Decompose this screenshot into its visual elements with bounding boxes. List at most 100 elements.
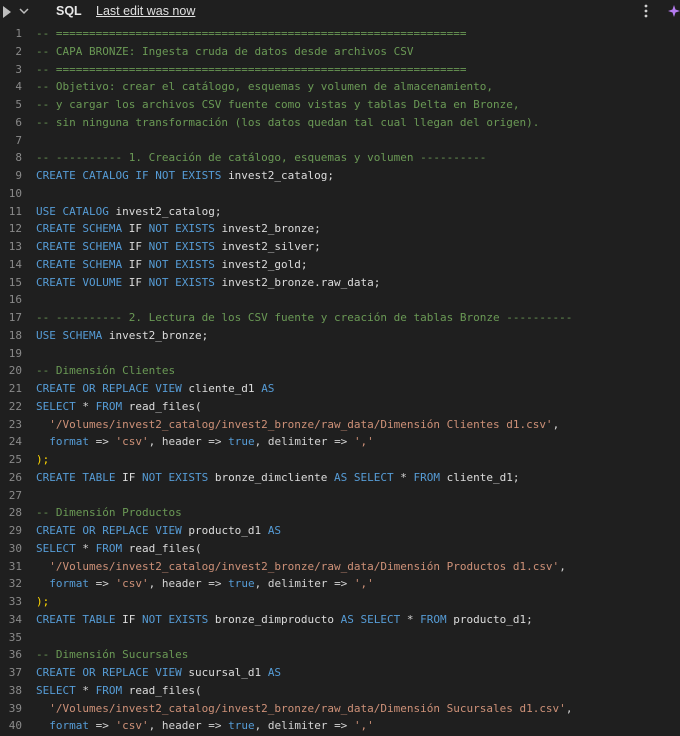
code-line[interactable]: 1 -- ====================================… [0, 25, 680, 43]
code-token: -- sin ninguna transformación (los datos… [36, 115, 540, 129]
code-line[interactable]: 28 -- Dimensión Productos [0, 504, 680, 522]
code-text: -- Objetivo: crear el catálogo, esquemas… [36, 78, 493, 96]
code-line[interactable]: 6 -- sin ninguna transformación (los dato… [0, 114, 680, 132]
code-line[interactable]: 29 CREATE OR REPLACE VIEW producto_d1 AS [0, 522, 680, 540]
code-token: '/Volumes/invest2_catalog/invest2_bronze… [36, 559, 560, 573]
code-token: IF [128, 257, 149, 271]
code-token: CREATE TABLE [36, 612, 123, 626]
code-line[interactable]: 8 -- ---------- 1. Creación de catálogo, … [0, 149, 680, 167]
code-line[interactable]: 30 SELECT * FROM read_files( [0, 540, 680, 558]
code-line[interactable]: 31 '/Volumes/invest2_catalog/invest2_bro… [0, 558, 680, 576]
code-line[interactable]: 27 [0, 487, 680, 505]
code-token: invest2_catalog; [115, 204, 222, 218]
line-number: 2 [15, 44, 22, 58]
code-text: CREATE TABLE IF NOT EXISTS bronze_dimpro… [36, 611, 533, 629]
code-token: cliente_d1; [446, 470, 520, 484]
code-line[interactable]: 20 -- Dimensión Clientes [0, 362, 680, 380]
code-line[interactable]: 3 -- ====================================… [0, 61, 680, 79]
line-number: 39 [8, 701, 22, 715]
code-editor[interactable]: 1 -- ====================================… [0, 24, 680, 736]
code-token: NOT EXISTS [141, 612, 215, 626]
code-token: CREATE OR REPLACE VIEW [36, 382, 189, 395]
line-number: 38 [8, 683, 22, 697]
code-token: ',' [353, 719, 374, 733]
line-number: 28 [8, 506, 22, 520]
code-line[interactable]: 38 SELECT * FROM read_files( [0, 682, 680, 700]
line-number: 24 [8, 435, 22, 449]
code-text: USE CATALOG invest2_catalog; [36, 203, 221, 221]
code-token: invest2_gold; [221, 257, 308, 271]
code-token: , [559, 559, 566, 573]
code-line[interactable]: 9 CREATE CATALOG IF NOT EXISTS invest2_ca… [0, 167, 680, 185]
code-token: -- y cargar los archivos CSV fuente como… [36, 98, 520, 111]
code-text: CREATE VOLUME IF NOT EXISTS invest2_bron… [36, 274, 380, 292]
line-number: 12 [8, 222, 22, 236]
code-line[interactable]: 11 USE CATALOG invest2_catalog; [0, 203, 680, 221]
code-line[interactable]: 15 CREATE VOLUME IF NOT EXISTS invest2_br… [0, 274, 680, 292]
code-line[interactable]: 14 CREATE SCHEMA IF NOT EXISTS invest2_go… [0, 256, 680, 274]
code-token: , header => [148, 435, 229, 449]
code-line[interactable]: 22 SELECT * FROM read_files( [0, 398, 680, 416]
code-line[interactable]: 37 CREATE OR REPLACE VIEW sucursal_d1 AS [0, 664, 680, 682]
code-text: SELECT * FROM read_files( [36, 398, 202, 416]
code-line[interactable]: 17 -- ---------- 2. Lectura de los CSV fu… [0, 309, 680, 327]
code-line[interactable]: 19 [0, 345, 680, 363]
code-token: CREATE VOLUME [36, 275, 129, 289]
code-token: * [82, 683, 96, 697]
code-line[interactable]: 23 '/Volumes/invest2_catalog/invest2_bro… [0, 416, 680, 434]
code-token: => [95, 577, 116, 591]
code-line[interactable]: 24 format => 'csv', header => true, deli… [0, 433, 680, 451]
code-line[interactable]: 4 -- Objetivo: crear el catálogo, esquema… [0, 78, 680, 96]
chevron-down-icon[interactable] [19, 6, 29, 16]
last-edit-link[interactable]: Last edit was now [96, 4, 195, 18]
code-token: , header => [148, 719, 229, 733]
code-token: , delimiter => [254, 719, 354, 733]
code-line[interactable]: 33); [0, 593, 680, 611]
code-line[interactable]: 36 -- Dimensión Sucursales [0, 646, 680, 664]
code-text: CREATE SCHEMA IF NOT EXISTS invest2_bron… [36, 220, 321, 238]
code-token: producto_d1 [188, 524, 268, 537]
code-token: NOT EXISTS [148, 222, 222, 236]
code-line[interactable]: 12 CREATE SCHEMA IF NOT EXISTS invest2_br… [0, 220, 680, 238]
code-text: CREATE SCHEMA IF NOT EXISTS invest2_gold… [36, 256, 308, 274]
assistant-icon[interactable] [668, 3, 680, 19]
code-token: CREATE OR REPLACE VIEW [36, 666, 189, 679]
code-line[interactable]: 7 [0, 132, 680, 150]
code-line[interactable]: 18 USE SCHEMA invest2_bronze; [0, 327, 680, 345]
code-text: ); [36, 451, 49, 469]
code-token: 'csv' [115, 719, 149, 733]
line-number: 17 [8, 311, 22, 324]
code-token: , [565, 701, 573, 715]
code-text: -- Dimensión Sucursales [36, 646, 188, 664]
code-line[interactable]: 21 CREATE OR REPLACE VIEW cliente_d1 AS [0, 380, 680, 398]
line-number: 4 [15, 80, 22, 94]
code-line[interactable]: 16 [0, 291, 680, 309]
code-line[interactable]: 40 format => 'csv', header => true, deli… [0, 717, 680, 735]
code-token: SELECT [36, 541, 83, 555]
code-line[interactable]: 26 CREATE TABLE IF NOT EXISTS bronze_dimc… [0, 469, 680, 487]
code-line[interactable]: 13 CREATE SCHEMA IF NOT EXISTS invest2_si… [0, 238, 680, 256]
code-token: AS SELECT [334, 470, 401, 484]
code-line[interactable]: 25); [0, 451, 680, 469]
code-line[interactable]: 2 -- CAPA BRONZE: Ingesta cruda de datos … [0, 43, 680, 61]
code-token: AS [261, 382, 275, 395]
code-line[interactable]: 39 '/Volumes/invest2_catalog/invest2_bro… [0, 700, 680, 718]
code-line[interactable]: 35 [0, 629, 680, 647]
code-line[interactable]: 10 [0, 185, 680, 203]
code-token: NOT EXISTS [148, 240, 222, 253]
line-number: 8 [15, 151, 22, 165]
code-line[interactable]: 5 -- y cargar los archivos CSV fuente com… [0, 96, 680, 114]
code-token: IF [128, 222, 149, 236]
line-number: 26 [8, 470, 22, 484]
code-line[interactable]: 32 format => 'csv', header => true, deli… [0, 575, 680, 593]
line-number: 19 [8, 346, 22, 360]
code-line[interactable]: 34 CREATE TABLE IF NOT EXISTS bronze_dimp… [0, 611, 680, 629]
code-token: CREATE CATALOG IF NOT EXISTS [36, 169, 229, 182]
language-label[interactable]: SQL [56, 4, 82, 18]
code-token: USE SCHEMA [36, 328, 109, 342]
run-icon[interactable] [2, 5, 12, 19]
code-text: CREATE OR REPLACE VIEW producto_d1 AS [36, 522, 281, 540]
kebab-icon[interactable] [642, 3, 650, 19]
line-number: 20 [8, 364, 22, 378]
code-token: FROM [95, 399, 129, 413]
